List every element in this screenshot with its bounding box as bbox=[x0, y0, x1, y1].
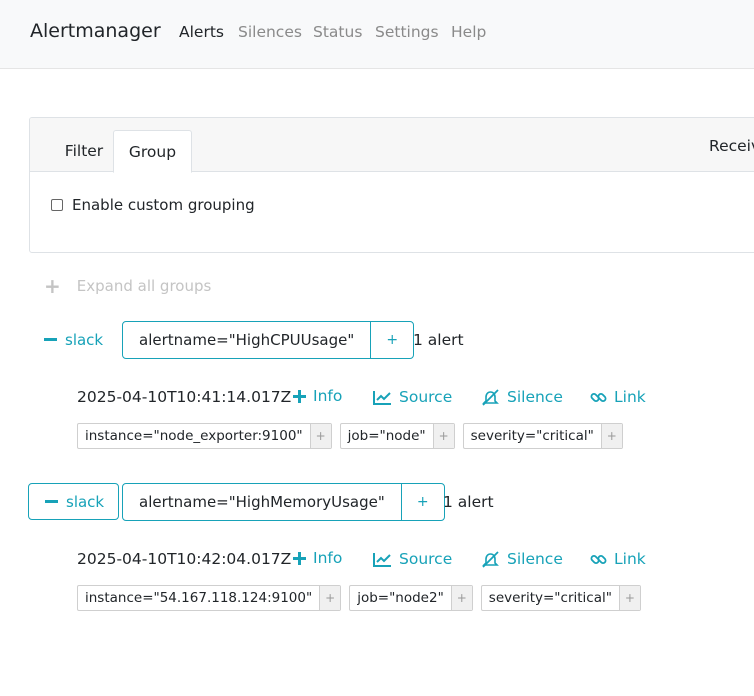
label-chip[interactable]: instance="node_exporter:9100" + bbox=[77, 423, 332, 449]
silence-label: Silence bbox=[507, 550, 563, 568]
group-receiver-label: slack bbox=[65, 330, 104, 349]
source-button[interactable]: Source bbox=[373, 550, 452, 568]
add-filter-icon[interactable]: + bbox=[309, 424, 331, 448]
source-label: Source bbox=[399, 550, 453, 568]
card-header: Filter Group Receiv bbox=[30, 118, 754, 173]
add-filter-icon[interactable]: + bbox=[371, 322, 413, 358]
label-chip-text[interactable]: instance="node_exporter:9100" bbox=[78, 424, 310, 448]
group-collapse-toggle[interactable]: slack bbox=[28, 483, 119, 520]
group-label-text[interactable]: alertname="HighCPUUsage" bbox=[123, 322, 372, 358]
chart-line-icon bbox=[373, 552, 391, 567]
filter-card: Filter Group Receiv Enable custom groupi… bbox=[29, 117, 754, 253]
info-label: Info bbox=[313, 387, 343, 405]
label-chip[interactable]: job="node2" + bbox=[349, 585, 473, 611]
bell-slash-icon bbox=[482, 550, 499, 568]
plus-icon: + bbox=[44, 274, 61, 298]
group-label-button[interactable]: alertname="HighCPUUsage" + bbox=[122, 321, 415, 359]
silence-label: Silence bbox=[507, 388, 563, 406]
custom-grouping-option[interactable]: Enable custom grouping bbox=[51, 196, 255, 214]
link-button[interactable]: Link bbox=[590, 388, 646, 406]
nav-help[interactable]: Help bbox=[451, 23, 486, 41]
nav-alerts[interactable]: Alerts bbox=[179, 23, 224, 41]
link-icon bbox=[590, 554, 607, 564]
custom-grouping-label: Enable custom grouping bbox=[72, 196, 255, 214]
label-chip[interactable]: instance="54.167.118.124:9100" + bbox=[77, 585, 342, 611]
nav-settings[interactable]: Settings bbox=[375, 23, 439, 41]
receiver-selector[interactable]: Receiv bbox=[709, 137, 754, 155]
info-button[interactable]: Info bbox=[293, 549, 342, 567]
info-label: Info bbox=[313, 549, 343, 567]
link-button[interactable]: Link bbox=[590, 550, 646, 568]
plus-icon bbox=[293, 389, 306, 403]
minus-icon bbox=[44, 338, 57, 341]
group-label-text[interactable]: alertname="HighMemoryUsage" bbox=[123, 484, 402, 520]
alert-labels: instance="node_exporter:9100" + job="nod… bbox=[77, 423, 631, 449]
label-chip[interactable]: severity="critical" + bbox=[480, 585, 641, 611]
bell-slash-icon bbox=[482, 388, 499, 406]
add-filter-icon[interactable]: + bbox=[402, 484, 444, 520]
link-icon bbox=[590, 392, 607, 402]
alert-count: 1 alert bbox=[413, 331, 464, 349]
tab-filter[interactable]: Filter bbox=[48, 130, 120, 173]
group-receiver-label: slack bbox=[66, 492, 105, 511]
alert-timestamp: 2025-04-10T10:41:14.017Z bbox=[77, 388, 292, 406]
add-filter-icon[interactable]: + bbox=[432, 424, 454, 448]
minus-icon bbox=[45, 500, 58, 503]
label-chip[interactable]: severity="critical" + bbox=[462, 423, 623, 449]
custom-grouping-checkbox[interactable] bbox=[51, 199, 63, 211]
link-label: Link bbox=[614, 550, 646, 568]
add-filter-icon[interactable]: + bbox=[600, 424, 622, 448]
add-filter-icon[interactable]: + bbox=[450, 586, 472, 610]
nav-status[interactable]: Status bbox=[313, 23, 362, 41]
add-filter-icon[interactable]: + bbox=[618, 586, 640, 610]
add-filter-icon[interactable]: + bbox=[319, 586, 341, 610]
label-chip-text[interactable]: severity="critical" bbox=[482, 586, 619, 610]
silence-button[interactable]: Silence bbox=[481, 388, 563, 406]
silence-button[interactable]: Silence bbox=[481, 550, 563, 568]
group-collapse-toggle[interactable]: slack bbox=[44, 321, 103, 358]
label-chip-text[interactable]: job="node" bbox=[341, 424, 433, 448]
label-chip-text[interactable]: severity="critical" bbox=[464, 424, 601, 448]
plus-icon bbox=[293, 551, 306, 565]
group-label-button[interactable]: alertname="HighMemoryUsage" + bbox=[122, 483, 445, 521]
info-button[interactable]: Info bbox=[293, 387, 342, 405]
source-button[interactable]: Source bbox=[373, 388, 452, 406]
alert-labels: instance="54.167.118.124:9100" + job="no… bbox=[77, 585, 649, 611]
link-label: Link bbox=[614, 388, 646, 406]
source-label: Source bbox=[399, 388, 453, 406]
label-chip[interactable]: job="node" + bbox=[339, 423, 455, 449]
alert-count: 1 alert bbox=[443, 493, 494, 511]
label-chip-text[interactable]: job="node2" bbox=[350, 586, 451, 610]
navbar: Alertmanager Alerts Silences Status Sett… bbox=[0, 0, 754, 69]
expand-all-label: Expand all groups bbox=[76, 277, 212, 295]
chart-line-icon bbox=[373, 390, 391, 405]
brand-title[interactable]: Alertmanager bbox=[30, 20, 161, 42]
expand-all-groups-button[interactable]: + Expand all groups bbox=[44, 274, 212, 298]
nav-silences[interactable]: Silences bbox=[238, 23, 302, 41]
tab-group[interactable]: Group bbox=[113, 130, 192, 173]
label-chip-text[interactable]: instance="54.167.118.124:9100" bbox=[78, 586, 319, 610]
alert-timestamp: 2025-04-10T10:42:04.017Z bbox=[77, 550, 292, 568]
